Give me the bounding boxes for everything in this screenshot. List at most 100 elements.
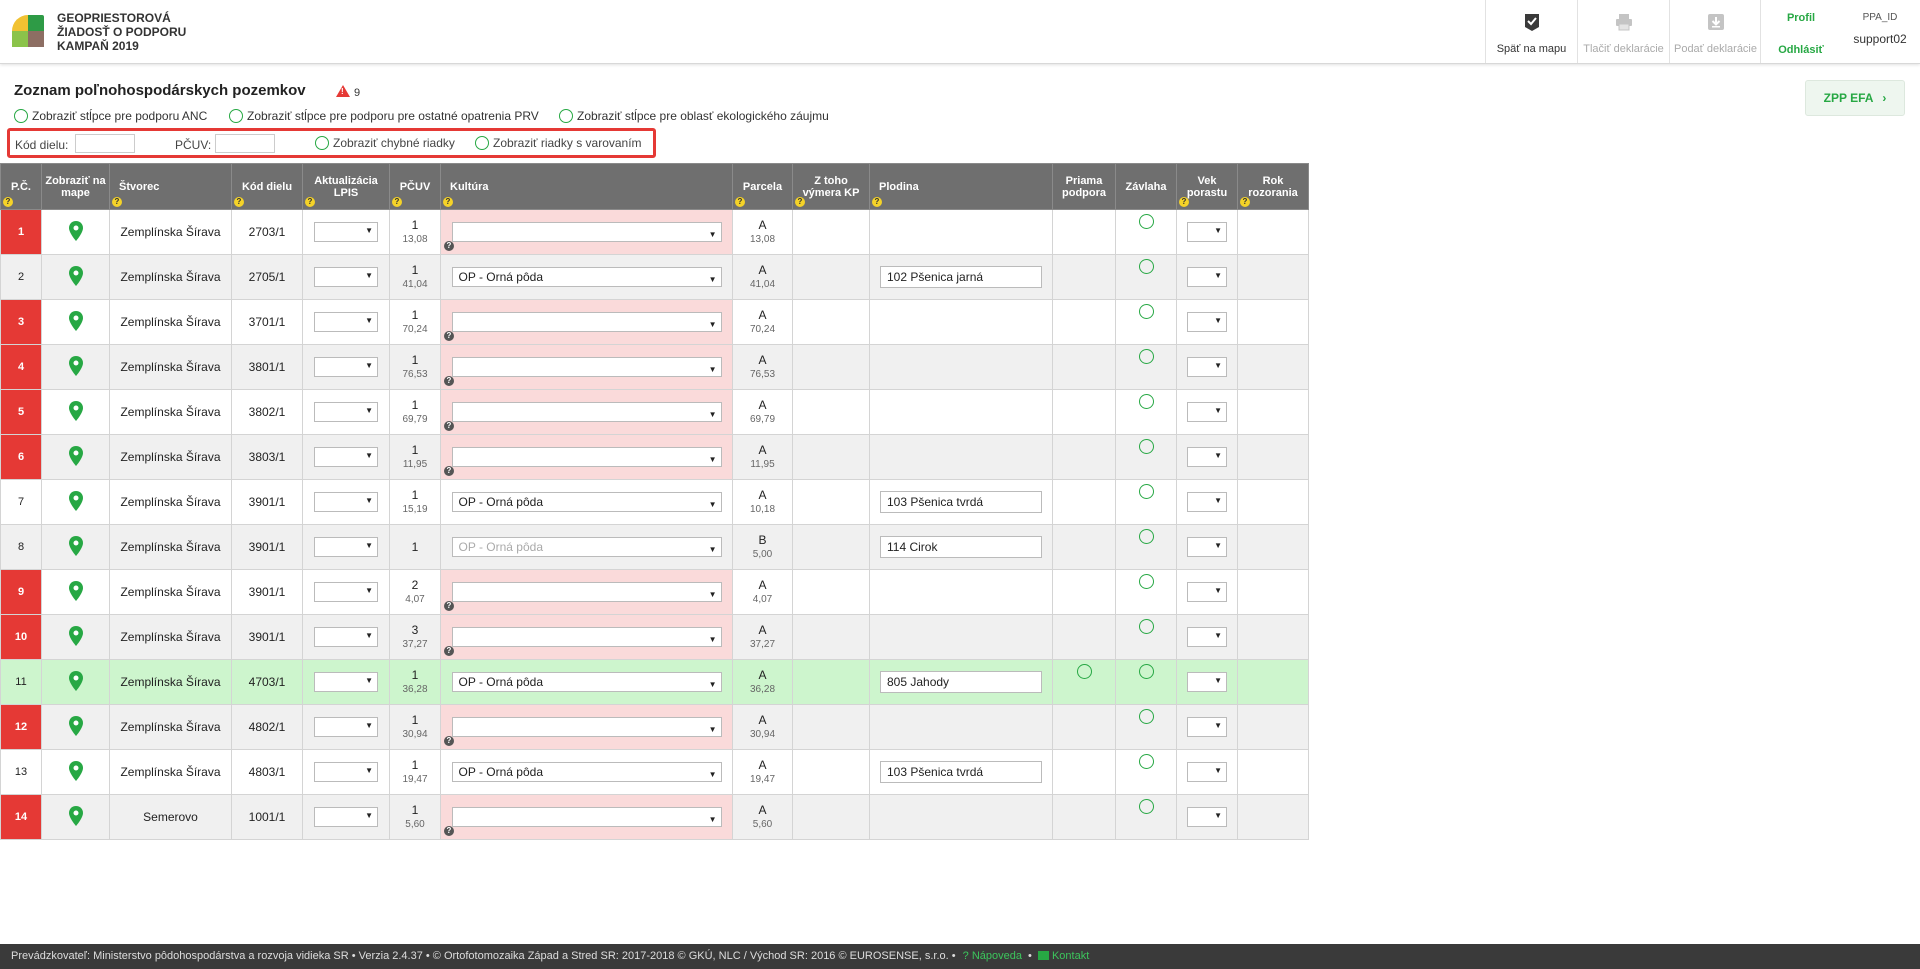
vek-select[interactable] <box>1187 267 1227 287</box>
col-pc[interactable]: P.Č.? <box>0 163 42 210</box>
col-lpis[interactable]: Aktualizácia LPIS? <box>302 163 390 210</box>
lpis-select[interactable] <box>314 807 378 827</box>
show-on-map-button[interactable] <box>41 389 110 435</box>
kultura-select[interactable]: OP - Orná pôda <box>451 672 722 694</box>
priama-radio[interactable] <box>1076 664 1092 679</box>
vek-select[interactable] <box>1187 312 1227 332</box>
col-ztoho[interactable]: Z toho výmera KP? <box>792 163 870 210</box>
zavlaha-cell[interactable] <box>1115 524 1177 570</box>
table-row[interactable]: 2Zemplínska Šírava2705/1141,04OP - Orná … <box>0 254 1309 300</box>
priama-cell[interactable] <box>1052 704 1116 750</box>
zavlaha-cell[interactable] <box>1115 569 1177 615</box>
zavlaha-cell[interactable] <box>1115 659 1177 705</box>
show-on-map-button[interactable] <box>41 614 110 660</box>
zavlaha-radio[interactable] <box>1138 619 1154 634</box>
vek-select[interactable] <box>1187 627 1227 647</box>
col-vek[interactable]: Vek porastu? <box>1176 163 1238 210</box>
zavlaha-cell[interactable] <box>1115 704 1177 750</box>
table-row[interactable]: 11Zemplínska Šírava4703/1136,28OP - Orná… <box>0 659 1309 705</box>
priama-cell[interactable] <box>1052 569 1116 615</box>
zpp-efa-button[interactable]: ZPP EFA › <box>1805 80 1905 116</box>
question-icon[interactable]: ? <box>234 197 244 207</box>
priama-cell[interactable] <box>1052 209 1116 255</box>
vek-select[interactable] <box>1187 537 1227 557</box>
kultura-select[interactable]: OP - Orná pôda <box>451 762 722 784</box>
lpis-select[interactable] <box>314 582 378 602</box>
contact-link[interactable]: Kontakt <box>1037 950 1089 962</box>
question-icon[interactable]: ? <box>444 241 454 251</box>
kultura-select[interactable]: OP - Orná pôda <box>451 267 722 289</box>
question-icon[interactable]: ? <box>795 197 805 207</box>
show-on-map-button[interactable] <box>41 209 110 255</box>
plodina-field[interactable]: 103 Pšenica tvrdá <box>880 491 1042 513</box>
table-row[interactable]: 1Zemplínska Šírava2703/1113,08?A13,08 <box>0 209 1309 255</box>
col-plodina[interactable]: Plodina? <box>869 163 1053 210</box>
zavlaha-radio[interactable] <box>1138 574 1154 589</box>
table-row[interactable]: 12Zemplínska Šírava4802/1130,94?A30,94 <box>0 704 1309 750</box>
lpis-select[interactable] <box>314 492 378 512</box>
priama-cell[interactable] <box>1052 389 1116 435</box>
zavlaha-radio[interactable] <box>1138 349 1154 364</box>
show-on-map-button[interactable] <box>41 434 110 480</box>
question-icon[interactable]: ? <box>444 826 454 836</box>
back-to-map-button[interactable]: Späť na mapu <box>1485 0 1577 63</box>
plodina-field[interactable]: 114 Cirok <box>880 536 1042 558</box>
zavlaha-radio[interactable] <box>1138 754 1154 769</box>
show-on-map-button[interactable] <box>41 344 110 390</box>
question-icon[interactable]: ? <box>444 421 454 431</box>
question-icon[interactable]: ? <box>1179 197 1189 207</box>
kultura-select[interactable] <box>451 357 722 379</box>
submit-declarations-button[interactable]: Podať deklarácie <box>1669 0 1761 63</box>
radio-efa[interactable]: Zobraziť stĺpce pre oblasť ekologického … <box>559 109 829 123</box>
zavlaha-cell[interactable] <box>1115 254 1177 300</box>
col-kultura[interactable]: Kultúra? <box>440 163 733 210</box>
radio-prv[interactable]: Zobraziť stĺpce pre podporu pre ostatné … <box>229 109 539 123</box>
zavlaha-radio[interactable] <box>1138 484 1154 499</box>
lpis-select[interactable] <box>314 357 378 377</box>
question-icon[interactable]: ? <box>444 601 454 611</box>
kultura-select[interactable]: OP - Orná pôda <box>451 537 722 559</box>
kultura-select[interactable] <box>451 717 722 739</box>
warning-badge[interactable]: ! 9 <box>336 85 360 99</box>
question-icon[interactable]: ? <box>3 197 13 207</box>
zavlaha-radio[interactable] <box>1138 529 1154 544</box>
priama-cell[interactable] <box>1052 299 1116 345</box>
kultura-select[interactable] <box>451 807 722 829</box>
zavlaha-cell[interactable] <box>1115 299 1177 345</box>
question-icon[interactable]: ? <box>444 331 454 341</box>
lpis-select[interactable] <box>314 762 378 782</box>
question-icon[interactable]: ? <box>735 197 745 207</box>
table-row[interactable]: 4Zemplínska Šírava3801/1176,53?A76,53 <box>0 344 1309 390</box>
table-row[interactable]: 9Zemplínska Šírava3901/124,07?A4,07 <box>0 569 1309 615</box>
col-priama[interactable]: Priama podpora <box>1052 163 1116 210</box>
vek-select[interactable] <box>1187 402 1227 422</box>
vek-select[interactable] <box>1187 717 1227 737</box>
table-row[interactable]: 5Zemplínska Šírava3802/1169,79?A69,79 <box>0 389 1309 435</box>
kultura-select[interactable] <box>451 312 722 334</box>
vek-select[interactable] <box>1187 447 1227 467</box>
show-on-map-button[interactable] <box>41 479 110 525</box>
priama-cell[interactable] <box>1052 794 1116 840</box>
vek-select[interactable] <box>1187 582 1227 602</box>
priama-cell[interactable] <box>1052 659 1116 705</box>
kultura-select[interactable] <box>451 447 722 469</box>
lpis-select[interactable] <box>314 447 378 467</box>
question-icon[interactable]: ? <box>444 376 454 386</box>
zavlaha-cell[interactable] <box>1115 209 1177 255</box>
zavlaha-radio[interactable] <box>1138 304 1154 319</box>
zavlaha-radio[interactable] <box>1138 259 1154 274</box>
zavlaha-radio[interactable] <box>1138 439 1154 454</box>
plodina-field[interactable]: 102 Pšenica jarná <box>880 266 1042 288</box>
priama-cell[interactable] <box>1052 344 1116 390</box>
col-zavlaha[interactable]: Závlaha <box>1115 163 1177 210</box>
question-icon[interactable]: ? <box>1240 197 1250 207</box>
table-row[interactable]: 13Zemplínska Šírava4803/1119,47OP - Orná… <box>0 749 1309 795</box>
question-icon[interactable]: ? <box>444 736 454 746</box>
radio-anc[interactable]: Zobraziť stĺpce pre podporu ANC <box>14 109 207 123</box>
zavlaha-radio[interactable] <box>1138 664 1154 679</box>
table-row[interactable]: 8 Zemplínska Šírava3901/1 1 OP - Orná pôda B… <box>0 524 1309 570</box>
vek-select[interactable] <box>1187 672 1227 692</box>
pcuv-input[interactable] <box>215 134 275 153</box>
zavlaha-radio[interactable] <box>1138 394 1154 409</box>
show-on-map-button[interactable] <box>41 659 110 705</box>
